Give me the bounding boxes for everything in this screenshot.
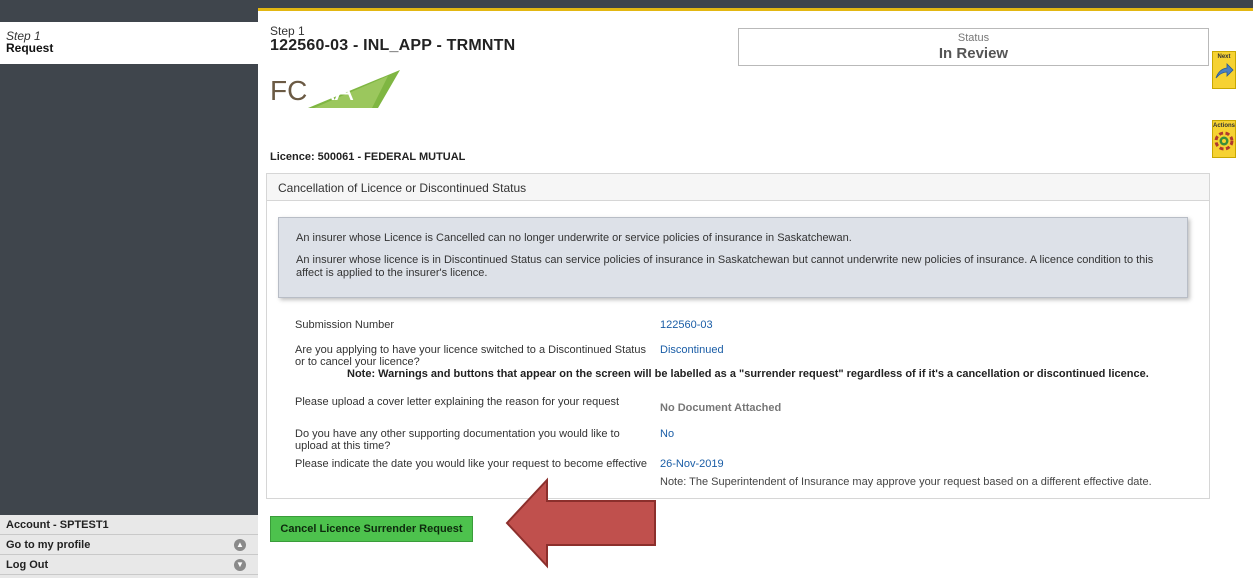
sidebar-step-name: Request [6,41,54,55]
next-button-label: Next [1217,54,1231,60]
panel-heading: Cancellation of Licence or Discontinued … [267,174,1209,201]
page-title: 122560-03 - INL_APP - TRMNTN [270,37,516,54]
question-status-type: Are you applying to have your licence sw… [295,344,646,368]
top-accent-line [258,8,1253,11]
sidebar: Step 1 Request Account - SPTEST1 Go to m… [0,10,258,578]
answer-supporting-docs: No [660,428,675,440]
status-value: In Review [938,45,1009,62]
chevron-up-icon: ▲ [234,539,246,551]
gear-icon [1214,131,1234,151]
header-step-label: Step 1 [270,24,305,38]
fcaa-logo: FC AA [270,70,400,108]
profile-link[interactable]: Go to my profile ▲ [0,535,258,555]
answer-cover-letter: No Document Attached [660,402,782,414]
actions-button-label: Actions [1213,123,1236,129]
sidebar-step-1[interactable]: Step 1 Request [0,22,258,64]
cancellation-panel: Cancellation of Licence or Discontinued … [266,173,1210,499]
warning-note: Note: Warnings and buttons that appear o… [347,368,1149,380]
logout-link[interactable]: Log Out ▼ [0,555,258,575]
question-supporting-docs: Do you have any other supporting documen… [295,428,620,452]
status-box: Status In Review [738,28,1209,66]
licence-label: Licence: 500061 - FEDERAL MUTUAL [270,151,466,163]
answer-effective-date: 26-Nov-2019 [660,458,724,470]
chevron-down-icon: ▼ [234,559,246,571]
question-cover-letter: Please upload a cover letter explaining … [295,396,620,408]
actions-button[interactable]: Actions [1212,120,1236,158]
next-arrow-icon [1215,63,1234,79]
info-box: An insurer whose Licence is Cancelled ca… [278,217,1188,298]
account-panel: Account - SPTEST1 Go to my profile ▲ Log… [0,515,258,578]
status-label: Status [957,32,990,44]
answer-submission-number: 122560-03 [660,319,713,331]
answer-status-type: Discontinued [660,344,724,356]
info-text-cancelled: An insurer whose Licence is Cancelled ca… [296,232,852,244]
profile-link-label: Go to my profile [6,539,91,551]
logout-link-label: Log Out [6,559,49,571]
svg-text:AA: AA [316,75,354,106]
info-text-discontinued: An insurer whose licence is in Discontin… [296,254,1154,279]
account-title: Account - SPTEST1 [0,515,258,535]
question-effective-date: Please indicate the date you would like … [295,458,648,470]
question-submission-number: Submission Number [295,319,395,331]
effective-date-note: Note: The Superintendent of Insurance ma… [660,476,1152,488]
cancel-surrender-request-button[interactable]: Cancel Licence Surrender Request [270,516,473,542]
svg-text:FC: FC [270,75,307,106]
left-arrow-annotation-icon [505,477,656,569]
next-button[interactable]: Next [1212,51,1236,89]
